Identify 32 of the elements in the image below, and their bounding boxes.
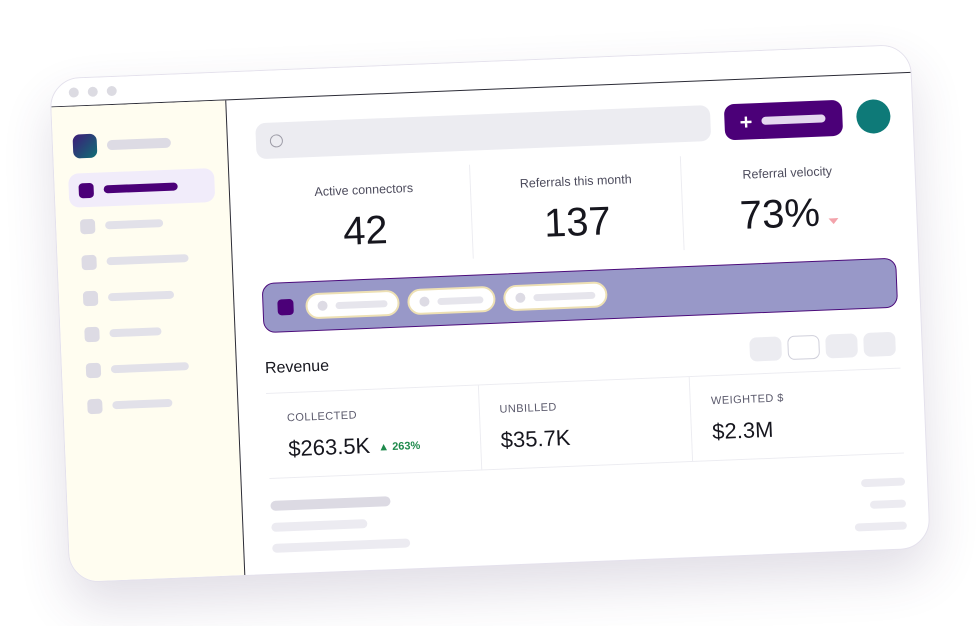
view-toggle-button[interactable] — [787, 334, 820, 360]
label-placeholder — [335, 299, 388, 308]
filter-chip[interactable] — [406, 285, 496, 315]
label-placeholder — [437, 295, 484, 304]
label-placeholder — [109, 326, 162, 337]
metric-value: $263.5K — [288, 434, 371, 460]
stat-value: 137 — [543, 200, 612, 244]
metric-label: COLLECTED — [286, 408, 358, 426]
stat-value: 42 — [342, 210, 388, 252]
metric-value: $2.3M — [712, 418, 774, 443]
logo-icon — [72, 133, 98, 158]
metric-label: UNBILLED — [499, 400, 558, 417]
add-button[interactable] — [724, 99, 844, 140]
stat-label: Active connectors — [314, 179, 414, 200]
stat-label: Referrals this month — [520, 170, 632, 192]
filter-chip[interactable] — [305, 289, 400, 319]
sidebar-item[interactable] — [68, 167, 216, 208]
change-text: ▲ 263% — [378, 438, 421, 455]
label-placeholder — [105, 218, 164, 229]
metric-label: WEIGHTED $ — [710, 390, 784, 408]
app-name-placeholder — [106, 137, 172, 150]
filter-square-icon — [277, 298, 294, 316]
plus-icon — [740, 115, 752, 127]
filter-chip[interactable] — [502, 280, 608, 311]
stat-value: 73% — [739, 192, 821, 236]
label-placeholder — [761, 114, 826, 124]
label-placeholder — [112, 398, 172, 409]
metric-value: $35.7K — [500, 426, 571, 452]
label-placeholder — [108, 290, 174, 301]
section-title: Revenue — [264, 356, 330, 379]
stat-label: Referral velocity — [742, 162, 832, 183]
label-placeholder — [533, 290, 596, 300]
